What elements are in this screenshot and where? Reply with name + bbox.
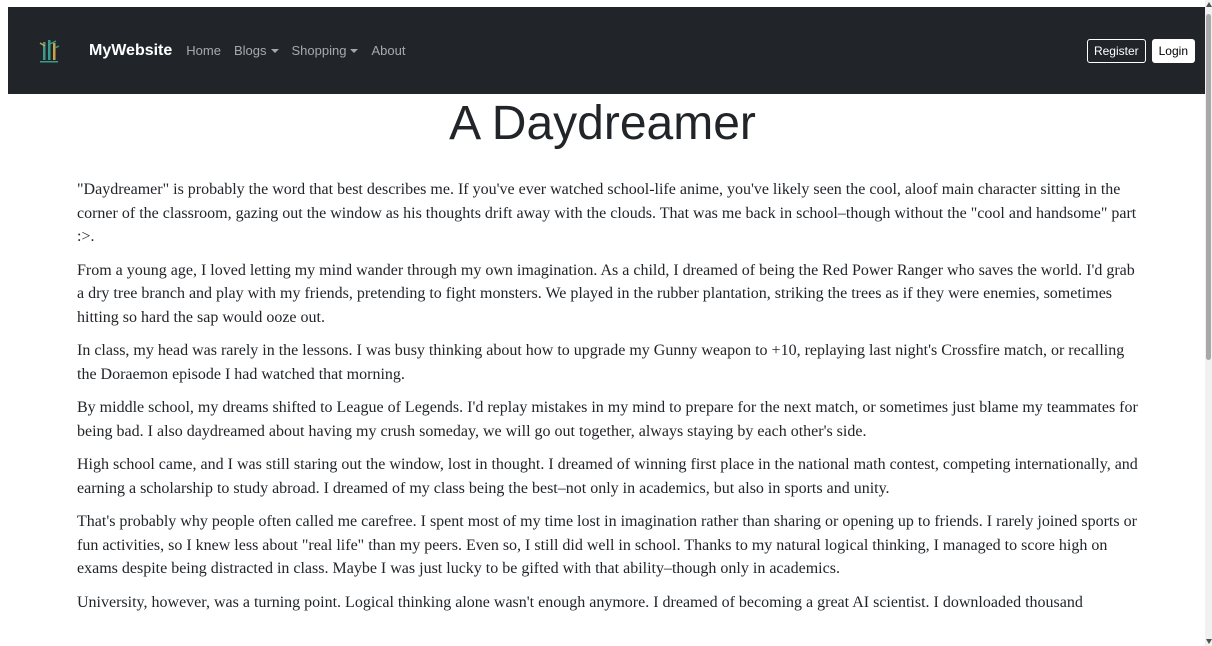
article-paragraph: University, however, was a turning point…	[77, 593, 1083, 611]
scroll-up-icon[interactable]	[1206, 2, 1212, 7]
register-button[interactable]: Register	[1086, 38, 1146, 63]
nav-about[interactable]: About	[371, 43, 405, 58]
article-body: "Daydreamer" is probably the word that b…	[77, 178, 1140, 624]
caret-down-icon	[350, 48, 359, 53]
page-title: A Daydreamer	[449, 97, 756, 150]
navbar: MyWebsite Home Blogs Shopping About Regi…	[8, 7, 1205, 94]
scroll-down-icon[interactable]	[1206, 639, 1212, 644]
brand-link[interactable]: MyWebsite	[89, 42, 172, 60]
nav-about-label: About	[371, 43, 406, 58]
article-paragraph: "Daydreamer" is probably the word that b…	[77, 181, 1137, 245]
nav-blogs-label: Blogs	[233, 43, 267, 58]
nav-blogs-dropdown[interactable]: Blogs	[234, 43, 279, 58]
nav-home[interactable]: Home	[186, 43, 221, 58]
nav-shopping-label: Shopping	[291, 43, 347, 58]
scroll-thumb[interactable]	[1206, 14, 1211, 360]
article-paragraph: By middle school, my dreams shifted to L…	[77, 399, 1138, 440]
article-paragraph: In class, my head was rarely in the less…	[77, 342, 1125, 383]
article-paragraph: High school came, and I was still starin…	[77, 456, 1138, 497]
nav-shopping-dropdown[interactable]: Shopping	[292, 43, 359, 58]
article-paragraph: From a young age, I loved letting my min…	[77, 261, 1135, 326]
login-button[interactable]: Login	[1151, 38, 1195, 63]
bamboo-logo-icon[interactable]	[33, 35, 65, 67]
page-scrollbar[interactable]	[1205, 0, 1212, 646]
nav-home-label: Home	[186, 43, 221, 58]
top-strip	[0, 0, 1205, 7]
article-paragraph: That's probably why people often called …	[77, 513, 1137, 577]
caret-down-icon	[270, 48, 279, 53]
